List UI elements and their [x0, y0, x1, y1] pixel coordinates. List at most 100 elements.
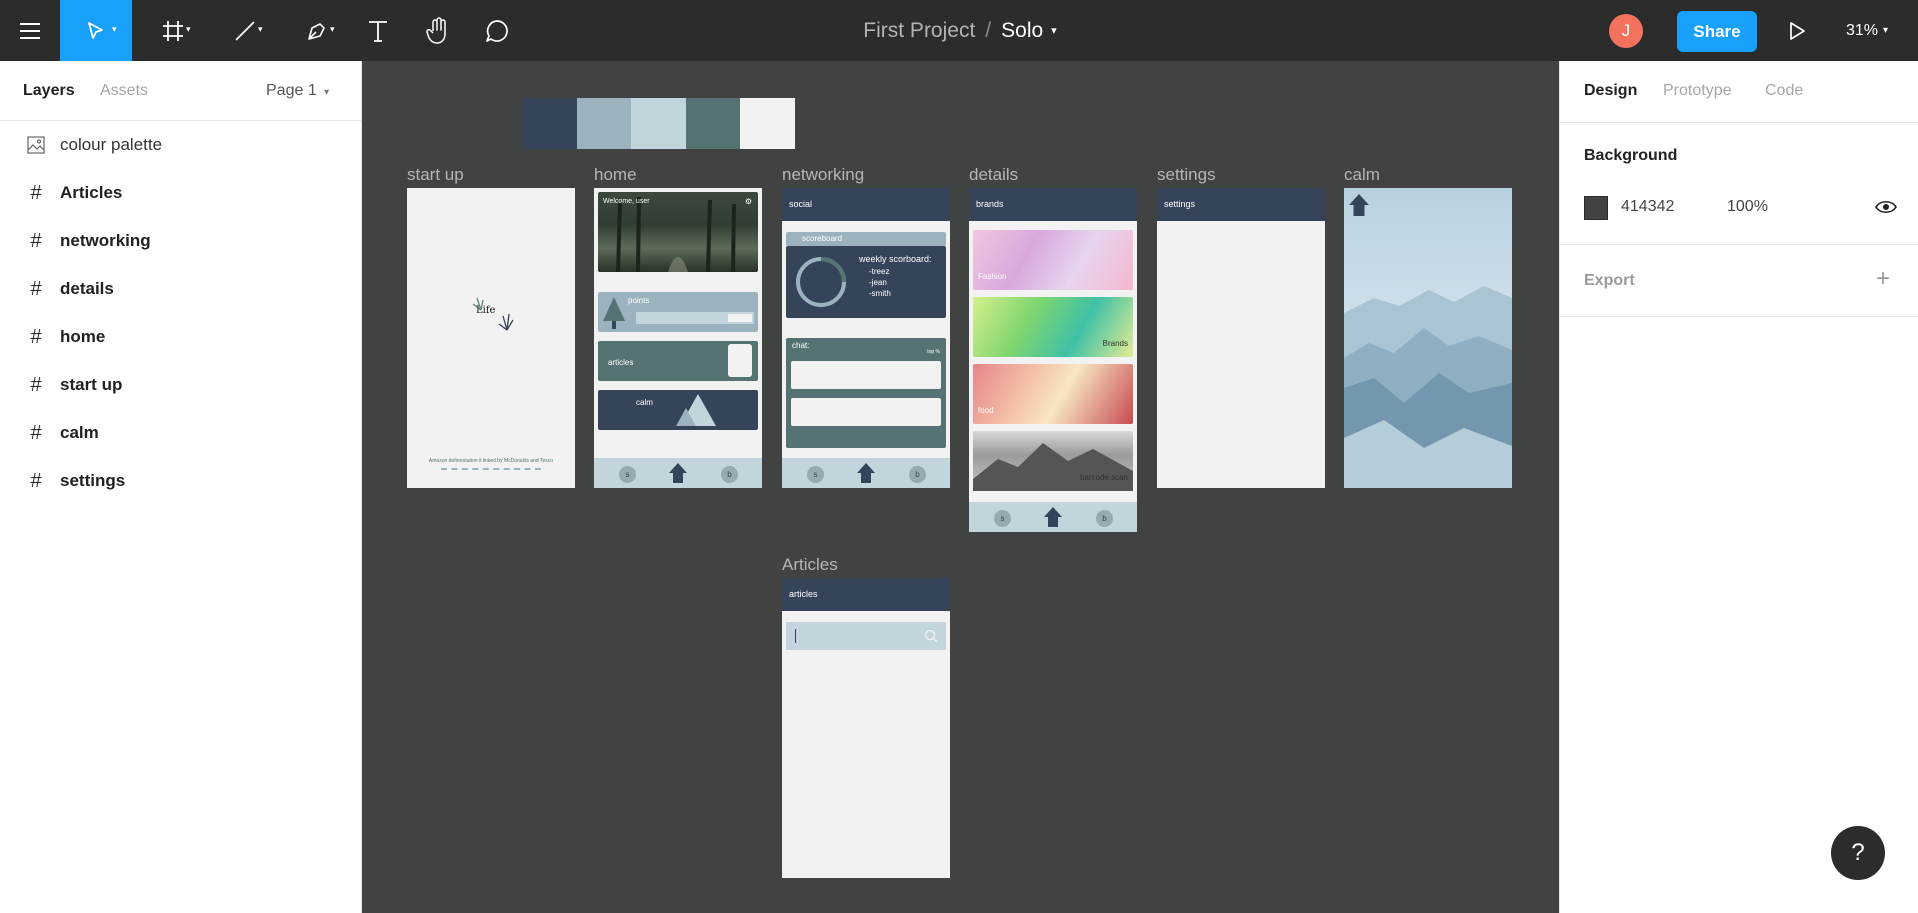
frame-label-networking[interactable]: networking	[782, 165, 864, 185]
avatar[interactable]: J	[1609, 14, 1643, 48]
tab-prototype[interactable]: Prototype	[1663, 82, 1731, 100]
frame-icon: #	[30, 469, 42, 492]
articles-label: articles	[608, 358, 634, 367]
home-icon[interactable]	[1044, 507, 1062, 527]
startup-progress-dots	[441, 468, 541, 470]
colour-palette[interactable]	[522, 98, 795, 149]
menu-icon[interactable]	[0, 0, 60, 61]
frame-start-up[interactable]: Life Amazon deforestation it linked by M…	[407, 188, 575, 488]
barcode-card[interactable]: barcode scan	[973, 431, 1133, 491]
gear-icon: ⚙	[744, 197, 752, 206]
tab-code[interactable]: Code	[1765, 82, 1803, 100]
move-tool-icon	[88, 21, 103, 39]
text-cursor	[795, 629, 796, 643]
frame-label-settings[interactable]: settings	[1157, 165, 1216, 185]
chat-label: chat:	[792, 341, 810, 350]
tab-design[interactable]: Design	[1584, 82, 1637, 100]
present-icon	[1790, 21, 1805, 40]
frame-calm[interactable]	[1344, 188, 1512, 488]
frame-details[interactable]: brands Fashion Brands food barcode scan …	[969, 188, 1137, 532]
layer-name: home	[60, 327, 106, 346]
tab-layers[interactable]: Layers	[23, 82, 75, 100]
nav-b-button[interactable]: b	[721, 466, 738, 483]
move-tool-button[interactable]: ▾	[60, 0, 132, 61]
layer-details[interactable]: # details	[0, 265, 361, 313]
palette-swatch	[685, 98, 741, 149]
background-label: Background	[1584, 147, 1678, 164]
chevron-down-icon: ▾	[1883, 25, 1889, 36]
layer-settings[interactable]: # settings	[0, 457, 361, 505]
chevron-down-icon[interactable]: ▾	[1051, 24, 1057, 37]
comment-tool-button[interactable]	[480, 0, 514, 61]
text-tool-button[interactable]	[362, 0, 394, 61]
score-name: -treez	[869, 267, 890, 276]
background-swatch[interactable]	[1584, 196, 1608, 220]
eye-icon[interactable]	[1875, 199, 1897, 220]
canvas[interactable]: start up Life Amazon deforestation it li…	[362, 61, 1559, 913]
frame-icon: #	[30, 421, 42, 444]
food-card[interactable]: food	[973, 364, 1133, 424]
brands-card[interactable]: Brands	[973, 297, 1133, 357]
share-button[interactable]: Share	[1677, 11, 1757, 52]
nav-b-button[interactable]: b	[1096, 510, 1113, 527]
pen-tool-icon	[308, 22, 325, 40]
breadcrumb-separator: /	[985, 18, 992, 42]
frame-label-start-up[interactable]: start up	[407, 165, 464, 185]
layers-panel: Layers Assets Page 1 ▾ colour palette # …	[0, 61, 362, 913]
layer-name: details	[60, 279, 114, 298]
nav-s-button[interactable]: s	[994, 510, 1011, 527]
layer-home[interactable]: # home	[0, 313, 361, 361]
chat-message	[791, 361, 941, 389]
help-button[interactable]: ?	[1831, 826, 1885, 880]
line-tool-button[interactable]: ▾	[220, 0, 270, 61]
page-selector[interactable]: Page 1 ▾	[266, 82, 329, 100]
chat-message	[791, 398, 941, 426]
nav-s-button[interactable]: s	[619, 466, 636, 483]
tree-icon	[603, 297, 625, 329]
chevron-down-icon: ▾	[324, 87, 330, 98]
file-title: First Project / Solo ▾	[800, 0, 1120, 61]
present-button[interactable]	[1782, 0, 1812, 61]
zoom-value: 31%	[1846, 21, 1879, 39]
add-export-icon[interactable]: +	[1876, 265, 1890, 293]
layer-start-up[interactable]: # start up	[0, 361, 361, 409]
background-opacity[interactable]: 100%	[1727, 198, 1768, 216]
background-hex[interactable]: 414342	[1621, 198, 1674, 216]
project-name[interactable]: First Project	[863, 19, 975, 43]
layer-calm[interactable]: # calm	[0, 409, 361, 457]
palette-swatch	[740, 98, 795, 149]
bottom-nav: s b	[782, 458, 950, 488]
frame-networking[interactable]: social scoreboard weekly scorboard: -tre…	[782, 188, 950, 488]
fashion-card[interactable]: Fashion	[973, 230, 1133, 290]
frame-icon: #	[30, 325, 42, 348]
zoom-control[interactable]: 31% ▾	[1846, 0, 1888, 61]
home-icon[interactable]	[857, 463, 875, 483]
nav-b-button[interactable]: b	[909, 466, 926, 483]
articles-card: articles	[598, 341, 758, 381]
pen-tool-button[interactable]: ▾	[292, 0, 342, 61]
home-icon[interactable]	[669, 463, 687, 483]
frame-articles[interactable]: articles	[782, 578, 950, 878]
notebook-icon	[728, 344, 752, 377]
fashion-label: Fashion	[978, 272, 1007, 281]
layer-colour-palette[interactable]: colour palette	[0, 121, 361, 169]
home-icon[interactable]	[1349, 194, 1369, 216]
file-name[interactable]: Solo	[1001, 19, 1043, 43]
articles-search-input[interactable]	[786, 622, 946, 650]
tab-assets[interactable]: Assets	[100, 82, 148, 100]
frame-label-details[interactable]: details	[969, 165, 1018, 185]
layer-networking[interactable]: # networking	[0, 217, 361, 265]
frame-label-home[interactable]: home	[594, 165, 637, 185]
layer-articles[interactable]: # Articles	[0, 169, 361, 217]
frame-settings[interactable]: settings	[1157, 188, 1325, 488]
points-progress	[636, 312, 754, 324]
frame-label-articles[interactable]: Articles	[782, 555, 838, 575]
frame-tool-button[interactable]: ▾	[148, 0, 198, 61]
text-tool-icon	[369, 20, 387, 42]
hand-tool-button[interactable]	[420, 0, 456, 61]
frame-home[interactable]: Welcome, user ⚙ points articles calm s b	[594, 188, 762, 488]
nav-s-button[interactable]: s	[807, 466, 824, 483]
comment-icon	[486, 19, 508, 42]
background-section: Background 414342 100%	[1560, 123, 1918, 245]
frame-label-calm[interactable]: calm	[1344, 165, 1380, 185]
